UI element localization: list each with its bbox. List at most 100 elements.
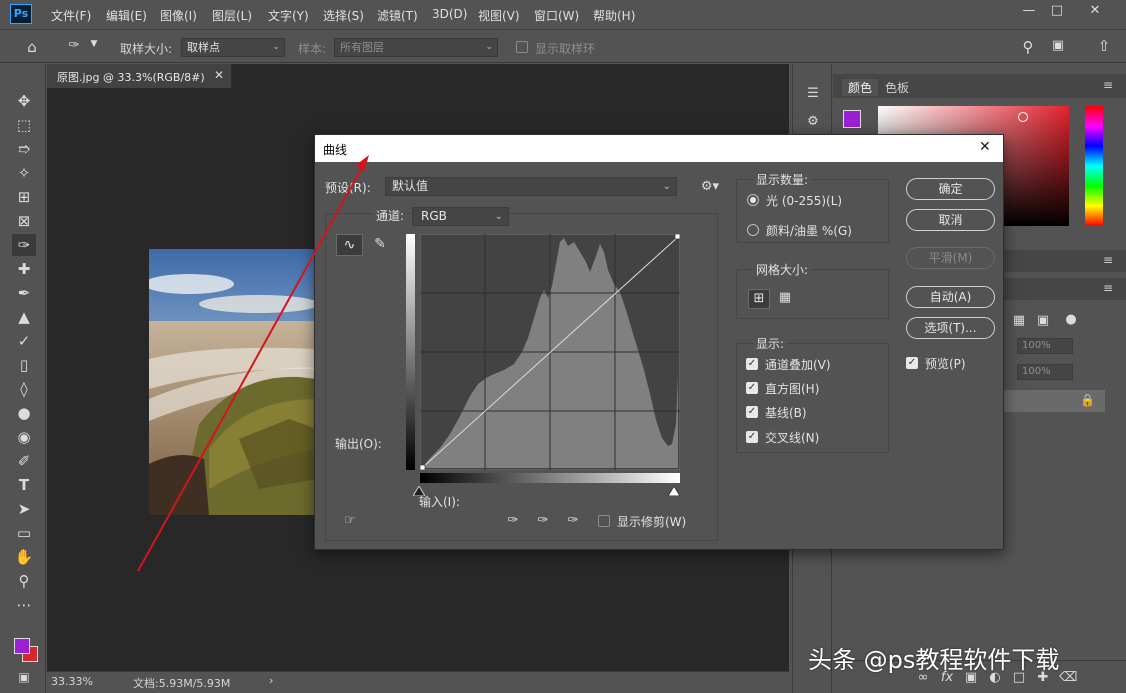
tab-swatches[interactable]: 色板 [885, 79, 909, 96]
menu-filter[interactable]: 滤镜(T) [377, 7, 418, 24]
chevron-down-icon[interactable]: ▼ [88, 39, 100, 49]
pen-tool-icon[interactable]: ✐ [12, 450, 36, 472]
white-eyedropper-icon[interactable]: ✑ [563, 513, 583, 528]
hand-tool-icon[interactable]: ✋ [12, 546, 36, 568]
menu-file[interactable]: 文件(F) [51, 7, 91, 24]
grid-detailed-icon[interactable]: ▦ [775, 290, 795, 305]
type-tool-icon[interactable]: T [12, 474, 36, 496]
opacity-field[interactable]: 100% [1017, 338, 1073, 354]
close-dialog-icon[interactable]: ✕ [979, 139, 991, 155]
clone-stamp-icon[interactable]: ▲ [12, 306, 36, 328]
channel-overlay-checkbox[interactable]: ✓ [746, 358, 758, 370]
quick-select-tool-icon[interactable]: ✧ [12, 162, 36, 184]
document-tab[interactable]: 原图.jpg @ 33.3%(RGB/8#) ✕ [47, 64, 232, 88]
pencil-icon[interactable]: ✎ [369, 236, 391, 252]
tab-color[interactable]: 颜色 [842, 79, 879, 96]
blur-tool-icon[interactable]: ● [12, 402, 36, 424]
menu-edit[interactable]: 编辑(E) [106, 7, 147, 24]
share-icon[interactable]: ⇧ [1094, 37, 1114, 55]
smooth-button[interactable]: 平滑(M) [906, 247, 995, 269]
channel-select[interactable]: RGB ⌄ [412, 207, 509, 226]
menu-window[interactable]: 窗口(W) [534, 7, 579, 24]
panel-menu-icon[interactable]: ≡ [1103, 281, 1113, 295]
properties-panel-icon[interactable]: ⚙ [803, 114, 823, 129]
dodge-tool-icon[interactable]: ◉ [12, 426, 36, 448]
preview-label: 预览(P) [925, 357, 966, 371]
lock-all-icon[interactable]: ● [1063, 312, 1079, 327]
curve-graph-svg [419, 233, 681, 471]
black-eyedropper-icon[interactable]: ✑ [503, 513, 523, 528]
brush-tool-icon[interactable]: ✒ [12, 282, 36, 304]
preview-checkbox[interactable]: ✓ [906, 357, 918, 369]
intersection-checkbox[interactable]: ✓ [746, 431, 758, 443]
close-tab-icon[interactable]: ✕ [214, 68, 224, 82]
search-icon[interactable]: ⚲ [1018, 38, 1038, 56]
fill-field[interactable]: 100% [1017, 364, 1073, 380]
history-brush-icon[interactable]: ✓ [12, 330, 36, 352]
rectangle-tool-icon[interactable]: ▭ [12, 522, 36, 544]
chevron-down-icon: ⌄ [662, 181, 671, 192]
home-icon[interactable]: ⌂ [22, 38, 42, 56]
light-radio[interactable] [747, 194, 759, 206]
show-ring-checkbox[interactable] [516, 41, 528, 53]
pigment-radio[interactable] [747, 224, 759, 236]
layer-row[interactable]: 🔒 [1004, 390, 1105, 412]
healing-brush-icon[interactable]: ✚ [12, 258, 36, 280]
show-clipping-checkbox[interactable] [598, 515, 610, 527]
sample-select[interactable]: 所有图层 ⌄ [334, 38, 498, 57]
lasso-tool-icon[interactable]: ➱ [12, 138, 36, 160]
more-tools-icon[interactable]: ⋯ [12, 594, 36, 616]
sample-size-select[interactable]: 取样点 ⌄ [181, 38, 285, 57]
menu-layer[interactable]: 图层(L) [212, 7, 252, 24]
minimize-icon[interactable]: — [1014, 2, 1044, 22]
history-panel-icon[interactable]: ☰ [803, 86, 823, 101]
cancel-button[interactable]: 取消 [906, 209, 995, 231]
path-select-icon[interactable]: ➤ [12, 498, 36, 520]
ok-button[interactable]: 确定 [906, 178, 995, 200]
eyedropper-tool-icon[interactable]: ✑ [12, 234, 36, 256]
maximize-icon[interactable]: □ [1042, 2, 1072, 22]
foreground-color-swatch[interactable] [14, 638, 30, 654]
curve-edit-icon[interactable]: ∿ [336, 234, 363, 256]
menu-image[interactable]: 图像(I) [160, 7, 197, 24]
auto-button[interactable]: 自动(A) [906, 286, 995, 308]
target-adjust-icon[interactable]: ☞ [339, 513, 361, 528]
curve-graph[interactable] [419, 233, 681, 471]
lock-artboard-icon[interactable]: ▣ [1035, 313, 1051, 328]
frame-tool-icon[interactable]: ⊠ [12, 210, 36, 232]
trash-icon[interactable]: ⌫ [1059, 670, 1077, 685]
workspace-icon[interactable]: ▣ [1048, 38, 1068, 53]
paint-bucket-icon[interactable]: ◊ [12, 378, 36, 400]
panel-menu-icon[interactable]: ≡ [1103, 78, 1113, 92]
gear-icon[interactable]: ⚙▾ [699, 179, 721, 194]
histogram-checkbox[interactable]: ✓ [746, 382, 758, 394]
eyedropper-tool-icon[interactable]: ✑ [64, 38, 84, 53]
menu-type[interactable]: 文字(Y) [268, 7, 309, 24]
eraser-tool-icon[interactable]: ▯ [12, 354, 36, 376]
grid-simple-icon[interactable]: ⊞ [748, 289, 770, 309]
gray-eyedropper-icon[interactable]: ✑ [533, 513, 553, 528]
quick-mask-icon[interactable]: ▣ [12, 666, 36, 688]
menu-help[interactable]: 帮助(H) [593, 7, 635, 24]
crop-tool-icon[interactable]: ⊞ [12, 186, 36, 208]
preset-select[interactable]: 默认值 ⌄ [385, 177, 677, 196]
close-window-icon[interactable]: ✕ [1080, 2, 1110, 22]
zoom-tool-icon[interactable]: ⚲ [12, 570, 36, 592]
marquee-tool-icon[interactable]: ⬚ [12, 114, 36, 136]
white-point-slider[interactable] [667, 485, 681, 497]
hue-slider[interactable] [1085, 106, 1103, 226]
dialog-title-bar[interactable]: 曲线 ✕ [315, 135, 1003, 162]
baseline-checkbox[interactable]: ✓ [746, 406, 758, 418]
preset-label: 预设(R): [325, 181, 371, 195]
color-picker-handle[interactable] [1018, 112, 1028, 122]
options-button[interactable]: 选项(T)... [906, 317, 995, 339]
chevron-right-icon[interactable]: › [269, 674, 273, 687]
panel-menu-icon[interactable]: ≡ [1103, 253, 1113, 267]
color-panel-foreground[interactable] [843, 110, 861, 128]
menu-view[interactable]: 视图(V) [478, 7, 520, 24]
menu-3d[interactable]: 3D(D) [432, 7, 467, 21]
zoom-level[interactable]: 33.33% [51, 675, 93, 688]
lock-position-icon[interactable]: ▦ [1011, 313, 1027, 328]
menu-select[interactable]: 选择(S) [323, 7, 364, 24]
move-tool-icon[interactable]: ✥ [12, 90, 36, 112]
